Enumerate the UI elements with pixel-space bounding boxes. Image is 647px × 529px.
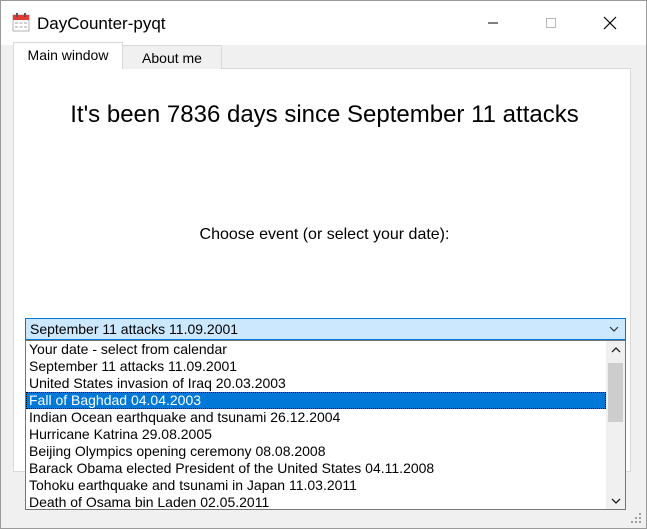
scroll-up-button[interactable]: [606, 341, 625, 358]
close-button[interactable]: [587, 1, 633, 45]
calendar-icon: [12, 13, 30, 32]
event-combobox[interactable]: September 11 attacks 11.09.2001: [25, 318, 626, 340]
list-item[interactable]: Beijing Olympics opening ceremony 08.08.…: [26, 443, 606, 460]
list-item[interactable]: Your date - select from calendar: [26, 341, 606, 358]
choose-event-label: Choose event (or select your date):: [199, 226, 450, 243]
close-icon: [603, 16, 617, 30]
tab-main-window[interactable]: Main window: [13, 42, 123, 69]
minimize-icon: [488, 22, 498, 24]
list-item[interactable]: Indian Ocean earthquake and tsunami 26.1…: [26, 409, 606, 426]
title-bar[interactable]: DayCounter-pyqt: [1, 1, 646, 45]
list-item[interactable]: United States invasion of Iraq 20.03.200…: [26, 375, 606, 392]
scrollbar-thumb[interactable]: [608, 363, 623, 422]
scroll-down-button[interactable]: [606, 492, 625, 509]
chevron-down-icon: [611, 498, 620, 504]
resize-grip-icon[interactable]: [630, 512, 642, 524]
tab-main-window-label: Main window: [27, 47, 109, 63]
list-item[interactable]: Barack Obama elected President of the Un…: [26, 460, 606, 477]
app-window: DayCounter-pyqt Main window About me It'…: [0, 0, 647, 529]
list-item[interactable]: Hurricane Katrina 29.08.2005: [26, 426, 606, 443]
list-item[interactable]: Death of Osama bin Laden 02.05.2011: [26, 494, 606, 509]
window-title: DayCounter-pyqt: [37, 14, 166, 33]
list-item[interactable]: September 11 attacks 11.09.2001: [26, 358, 606, 375]
dropdown-options: Your date - select from calendar Septemb…: [26, 341, 606, 509]
tab-about-me[interactable]: About me: [122, 45, 222, 69]
tab-about-me-label: About me: [142, 50, 202, 66]
chevron-down-icon: [609, 326, 619, 332]
combobox-selected-value: September 11 attacks 11.09.2001: [30, 321, 239, 337]
day-count-headline: It's been 7836 days since September 11 a…: [70, 101, 579, 128]
event-dropdown-list[interactable]: Your date - select from calendar Septemb…: [25, 340, 626, 510]
maximize-button[interactable]: [528, 1, 574, 45]
list-item[interactable]: Tohoku earthquake and tsunami in Japan 1…: [26, 477, 606, 494]
chevron-up-icon: [611, 346, 620, 352]
maximize-icon: [546, 18, 556, 28]
list-item-highlighted[interactable]: Fall of Baghdad 04.04.2003: [26, 392, 606, 409]
dropdown-scrollbar[interactable]: [606, 341, 625, 509]
minimize-button[interactable]: [470, 1, 516, 45]
